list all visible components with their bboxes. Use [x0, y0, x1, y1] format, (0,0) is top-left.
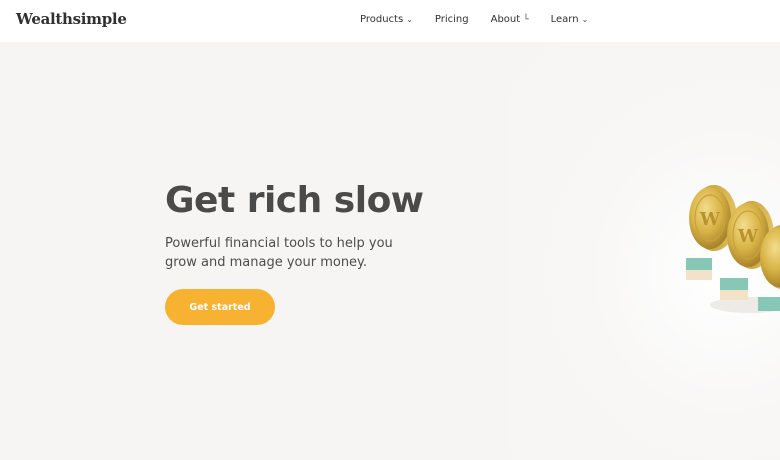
chevron-down-icon: ⌄ [581, 15, 589, 24]
main-nav: Products ⌄ Pricing About └ Learn ⌄ [360, 14, 610, 25]
nav-item-pricing[interactable]: Pricing [435, 14, 469, 25]
nav-item-label: About [490, 14, 521, 25]
svg-text:W: W [699, 209, 721, 230]
nav-item-products[interactable]: Products ⌄ [360, 14, 413, 25]
nav-item-label: Pricing [434, 14, 469, 25]
site-header: Wealthsimple Products ⌄ Pricing About └ … [0, 0, 780, 42]
nav-item-label: Products [360, 14, 404, 25]
corner-icon: └ [523, 14, 529, 25]
wealthsimple-logo[interactable]: Wealthsimple [16, 10, 127, 28]
gold-coins-illustration: W W [686, 185, 780, 313]
nav-item-label: Learn [550, 14, 579, 25]
svg-text:W: W [737, 226, 759, 247]
get-started-button[interactable]: Get started [165, 289, 275, 325]
chevron-down-icon: ⌄ [406, 15, 413, 24]
nav-item-learn[interactable]: Learn ⌄ [551, 14, 589, 25]
hero-subtitle: Powerful financial tools to help you gro… [165, 236, 393, 270]
hero-title: Get rich slow [165, 180, 424, 221]
nav-item-about[interactable]: About └ [491, 14, 529, 25]
